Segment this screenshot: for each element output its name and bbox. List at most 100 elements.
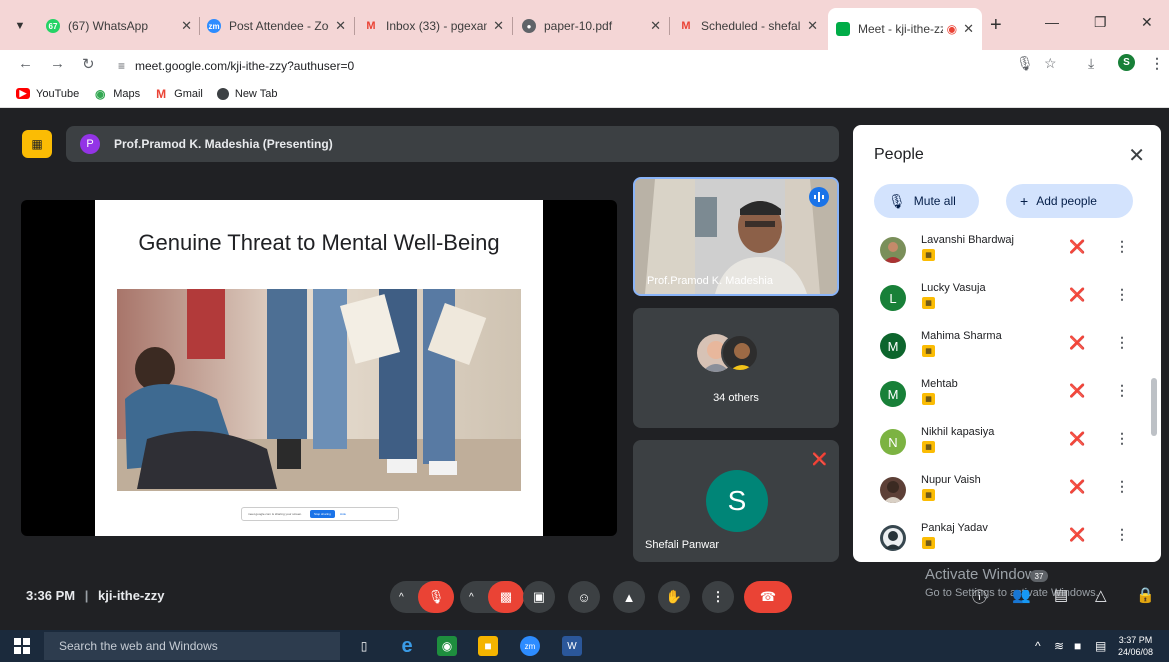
bookmark-maps[interactable]: ◉ Maps — [93, 87, 140, 101]
taskbar-date: 24/06/08 — [1118, 647, 1154, 657]
shefali-tile[interactable]: ❌ S Shefali Panwar — [633, 440, 839, 562]
more-options-icon[interactable]: ⋮ — [1115, 478, 1129, 495]
participant-row[interactable]: Pankaj Yadav ▦ ❌ ⋮ — [853, 517, 1161, 562]
site-info-icon[interactable]: ≡ — [118, 59, 125, 73]
meeting-details-icon[interactable]: ⓘ — [972, 586, 987, 607]
tab-inbox[interactable]: M Inbox (33) - pgexam@ ✕ — [356, 12, 512, 40]
participant-row[interactable]: M Mehtab ▦ ❌ ⋮ — [853, 373, 1161, 419]
restore-icon[interactable]: ❐ — [1094, 14, 1107, 31]
chat-icon[interactable]: ▤ — [1054, 586, 1068, 604]
file-explorer-icon[interactable]: ■ — [478, 636, 498, 656]
zoom-icon[interactable]: zm — [520, 636, 540, 656]
more-options-icon[interactable]: ⋮ — [1115, 286, 1129, 303]
mic-options-chevron-icon[interactable]: ^ — [399, 592, 404, 603]
chrome-icon[interactable]: ◉ — [437, 636, 457, 656]
microphone-icon[interactable]: 🎙 — [1016, 55, 1034, 72]
gmail-icon: M — [366, 20, 376, 32]
notifications-icon[interactable]: ▤ — [1095, 639, 1106, 653]
youtube-icon: ▶ — [16, 88, 30, 99]
word-icon[interactable]: W — [562, 636, 582, 656]
tab-pdf[interactable]: ● paper-10.pdf ✕ — [514, 12, 669, 40]
new-tab-button[interactable]: + — [990, 14, 1002, 37]
more-options-icon[interactable]: ⋮ — [1115, 382, 1129, 399]
close-icon[interactable]: ✕ — [181, 18, 192, 34]
leave-call-button[interactable]: ☎ — [744, 581, 792, 613]
speaker-video-tile[interactable]: Prof.Pramod K. Madeshia — [633, 177, 839, 296]
screen-share-notice: meet.google.com is sharing your screen. … — [241, 507, 399, 521]
download-icon[interactable]: ⤓ — [1088, 55, 1094, 72]
close-icon[interactable]: ✕ — [650, 18, 661, 34]
bookmark-youtube[interactable]: ▶ YouTube — [16, 88, 79, 100]
participant-row[interactable]: N Nikhil kapasiya ▦ ❌ ⋮ — [853, 421, 1161, 467]
network-icon[interactable]: ≋ — [1054, 639, 1064, 653]
close-icon[interactable]: ✕ — [963, 21, 974, 37]
host-controls-icon[interactable]: 🔒 — [1136, 586, 1155, 604]
tray-chevron-icon[interactable]: ^ — [1035, 639, 1041, 653]
more-options-icon[interactable]: ⋮ — [1115, 238, 1129, 255]
presenting-badge-icon: ▦ — [922, 441, 935, 453]
raise-hand-button[interactable]: ✋ — [658, 581, 690, 613]
others-tile[interactable]: 34 others — [633, 308, 839, 428]
more-options-icon[interactable]: ⋮ — [1115, 430, 1129, 447]
bookmark-gmail[interactable]: M Gmail — [154, 86, 203, 101]
tab-separator — [354, 17, 355, 35]
add-people-label: Add people — [1036, 194, 1097, 208]
recording-icon: ◉ — [946, 22, 958, 36]
participant-row[interactable]: M Mahima Sharma ▦ ❌ ⋮ — [853, 325, 1161, 371]
mic-off-button[interactable]: 🎙 — [418, 581, 454, 613]
close-icon[interactable]: ✕ — [493, 18, 504, 34]
tab-zoom[interactable]: zm Post Attendee - Zoom ✕ — [199, 12, 354, 40]
mute-all-button[interactable]: 🎙 Mute all — [874, 184, 979, 218]
stop-sharing-button[interactable]: Stop sharing — [310, 510, 335, 518]
more-options-icon[interactable]: ⋮ — [1115, 526, 1129, 543]
presentation-controls-icon[interactable]: ▦ — [22, 130, 52, 158]
tab-whatsapp[interactable]: 67 (67) WhatsApp ✕ — [38, 12, 200, 40]
url-text: meet.google.com/kji-ithe-zzy?authuser=0 — [135, 59, 355, 73]
students-stress-photo — [117, 289, 521, 491]
reload-icon[interactable]: ↻ — [82, 55, 95, 73]
camera-options-chevron-icon[interactable]: ^ — [469, 592, 474, 603]
tab-meet-active[interactable]: Meet - kji-ithe-zz ◉ ✕ — [828, 8, 982, 50]
edge-browser-icon[interactable]: e — [397, 635, 417, 657]
people-title: People — [874, 146, 924, 163]
reactions-button[interactable]: ☺ — [568, 581, 600, 613]
back-icon[interactable]: ← — [18, 55, 33, 72]
close-icon[interactable]: ✕ — [1128, 143, 1145, 168]
participant-row[interactable]: Lavanshi Bhardwaj ▦ ❌ ⋮ — [853, 229, 1161, 275]
activities-icon[interactable]: △ — [1095, 586, 1107, 604]
menu-kebab-icon[interactable]: ⋮ — [1150, 55, 1164, 72]
profile-avatar[interactable]: S — [1118, 54, 1135, 71]
tab-search-icon[interactable]: ▼ — [10, 16, 30, 36]
people-button-icon[interactable]: 👥 — [1012, 586, 1031, 604]
bookmark-new-tab[interactable]: New Tab — [216, 87, 277, 100]
hang-up-icon: ☎ — [759, 589, 777, 604]
more-options-icon: ⋮ — [711, 589, 725, 604]
participant-name: Mehtab — [921, 378, 958, 390]
windows-start-icon[interactable] — [14, 638, 30, 654]
add-people-button[interactable]: + Add people — [1006, 184, 1133, 218]
camera-off-button[interactable]: ▩ — [488, 581, 524, 613]
minimize-icon[interactable]: — — [1045, 14, 1059, 30]
taskbar-search-box[interactable]: Search the web and Windows — [44, 632, 340, 660]
forward-icon[interactable]: → — [50, 55, 65, 72]
more-options-icon[interactable]: ⋮ — [1115, 334, 1129, 351]
speaker-name: Prof.Pramod K. Madeshia — [647, 275, 773, 287]
task-view-icon[interactable]: ▯ — [354, 636, 374, 656]
taskbar-clock[interactable]: 3:37 PM 24/06/08 — [1118, 634, 1153, 658]
participant-row[interactable]: Nupur Vaish ▦ ❌ ⋮ — [853, 469, 1161, 515]
tab-scheduled[interactable]: M Scheduled - shefali.p ✕ — [671, 12, 826, 40]
hide-button[interactable]: Hide — [340, 512, 346, 516]
close-icon[interactable]: ✕ — [807, 18, 818, 34]
more-options-button[interactable]: ⋮ — [702, 581, 734, 613]
participant-row[interactable]: L Lucky Vasuja ▦ ❌ ⋮ — [853, 277, 1161, 323]
bookmark-star-icon[interactable]: ☆ — [1044, 55, 1057, 72]
participant-list-scrollbar[interactable] — [1151, 378, 1157, 436]
volume-icon[interactable]: ■ — [1074, 639, 1081, 653]
present-screen-button[interactable]: ▲ — [613, 581, 645, 613]
gmail-icon: M — [156, 86, 167, 101]
window-close-icon[interactable]: ✕ — [1141, 14, 1153, 31]
presenting-badge-icon: ▦ — [922, 537, 935, 549]
url-bar[interactable]: ≡ meet.google.com/kji-ithe-zzy?authuser=… — [112, 55, 992, 77]
captions-button[interactable]: ▣ — [523, 581, 555, 613]
close-icon[interactable]: ✕ — [335, 18, 346, 34]
